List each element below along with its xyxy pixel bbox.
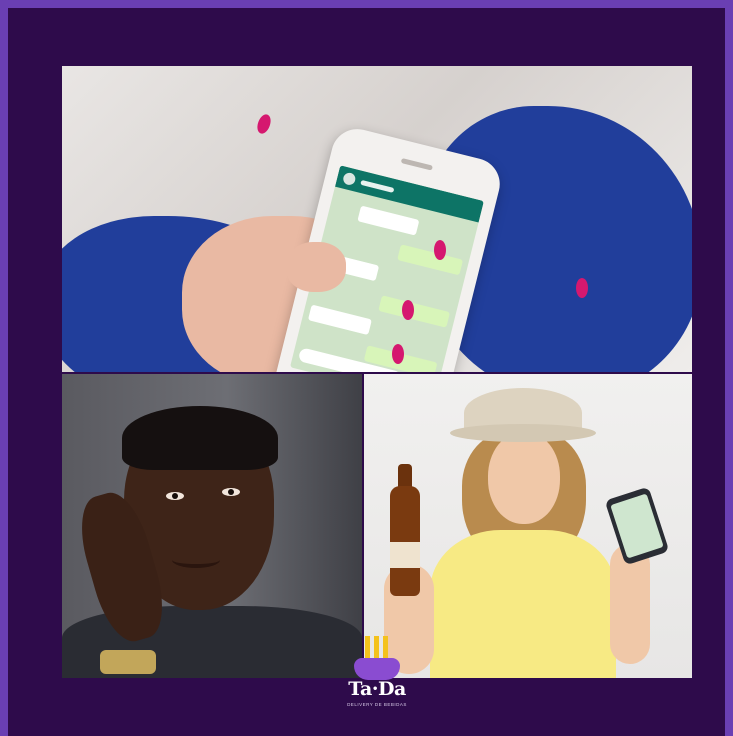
logo-text: Ta·Da — [348, 678, 406, 700]
chat-bubble-in — [357, 205, 420, 236]
chat-bubble-in — [307, 304, 372, 336]
eye — [166, 492, 184, 500]
eye — [222, 488, 240, 496]
thumb — [286, 242, 346, 292]
beer-label — [390, 542, 420, 568]
nail — [434, 240, 446, 260]
chat-bubble-out — [378, 295, 451, 328]
panel-phone-chat: ● — [62, 66, 692, 372]
face — [488, 432, 560, 524]
hat-brim — [450, 424, 596, 442]
smile — [172, 552, 220, 568]
nail — [254, 112, 274, 136]
cake-icon — [354, 658, 400, 680]
chat-bubble-out — [397, 244, 464, 276]
chat-header — [335, 165, 484, 223]
beer-bottle-icon — [390, 486, 420, 596]
phone-speaker — [400, 157, 433, 171]
nail — [576, 278, 588, 298]
logo-subtext: Delivery de bebidas — [347, 702, 407, 707]
candles-icon — [365, 636, 389, 660]
nail — [392, 344, 404, 364]
panel-thinking-man — [62, 374, 362, 678]
yellow-shirt — [430, 530, 616, 678]
wristwatch — [100, 650, 156, 674]
hair — [122, 406, 278, 470]
tada-logo: Ta·Da Delivery de bebidas — [342, 634, 412, 720]
panel-woman-beer-phone — [364, 374, 692, 678]
nail — [402, 300, 414, 320]
contact-name — [360, 179, 395, 193]
contact-avatar — [342, 171, 357, 187]
